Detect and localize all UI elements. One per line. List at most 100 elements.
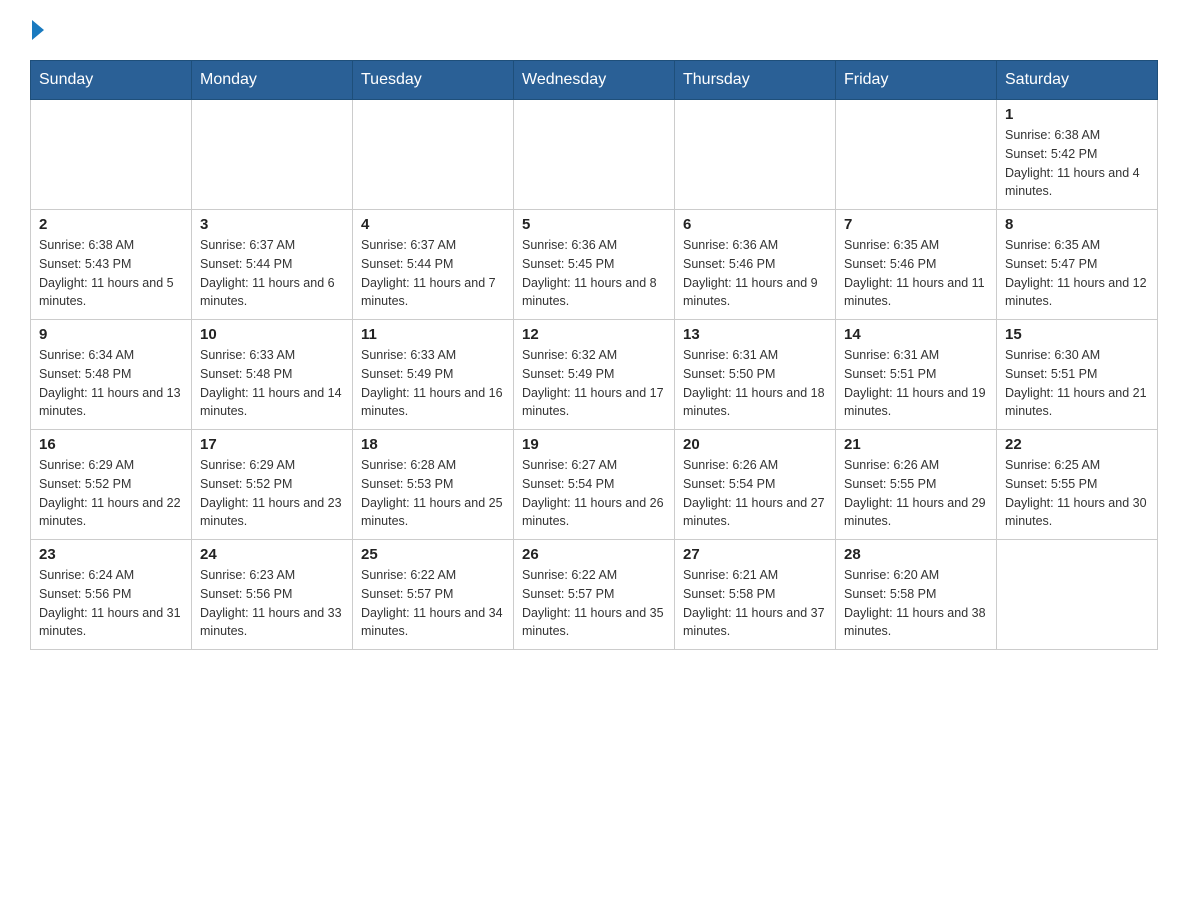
day-number: 11 [361, 326, 505, 343]
day-number: 28 [844, 546, 988, 563]
calendar-week-row: 9 Sunrise: 6:34 AM Sunset: 5:48 PM Daylig… [31, 320, 1158, 430]
day-number: 21 [844, 436, 988, 453]
calendar-day-cell: 21Sunrise: 6:26 AM Sunset: 5:55 PM Dayli… [836, 430, 997, 540]
day-info: Sunrise: 6:34 AM Sunset: 5:48 PM Dayligh… [39, 346, 183, 421]
day-info: Sunrise: 6:32 AM Sunset: 5:49 PM Dayligh… [522, 346, 666, 421]
calendar-day-cell: 20Sunrise: 6:26 AM Sunset: 5:54 PM Dayli… [675, 430, 836, 540]
day-number: 10 [200, 326, 344, 343]
day-number: 6 [683, 216, 827, 233]
day-info: Sunrise: 6:30 AM Sunset: 5:51 PM Dayligh… [1005, 346, 1149, 421]
day-number: 18 [361, 436, 505, 453]
calendar-day-cell: 11 Sunrise: 6:33 AM Sunset: 5:49 PM Dayli… [353, 320, 514, 430]
calendar-day-cell: 15 Sunrise: 6:30 AM Sunset: 5:51 PM Dayli… [997, 320, 1158, 430]
calendar-day-cell [31, 100, 192, 210]
day-number: 5 [522, 216, 666, 233]
calendar-day-cell: 16Sunrise: 6:29 AM Sunset: 5:52 PM Dayli… [31, 430, 192, 540]
calendar-day-cell: 3 Sunrise: 6:37 AM Sunset: 5:44 PM Daylig… [192, 210, 353, 320]
day-number: 19 [522, 436, 666, 453]
day-info: Sunrise: 6:35 AM Sunset: 5:47 PM Dayligh… [1005, 236, 1149, 311]
day-header-thursday: Thursday [675, 61, 836, 100]
calendar-day-cell: 1Sunrise: 6:38 AM Sunset: 5:42 PM Daylig… [997, 100, 1158, 210]
calendar-day-cell: 13 Sunrise: 6:31 AM Sunset: 5:50 PM Dayli… [675, 320, 836, 430]
day-info: Sunrise: 6:28 AM Sunset: 5:53 PM Dayligh… [361, 456, 505, 531]
day-number: 3 [200, 216, 344, 233]
calendar-day-cell: 10 Sunrise: 6:33 AM Sunset: 5:48 PM Dayli… [192, 320, 353, 430]
day-info: Sunrise: 6:29 AM Sunset: 5:52 PM Dayligh… [200, 456, 344, 531]
day-number: 25 [361, 546, 505, 563]
calendar-day-cell [353, 100, 514, 210]
calendar-day-cell: 4 Sunrise: 6:37 AM Sunset: 5:44 PM Daylig… [353, 210, 514, 320]
day-number: 27 [683, 546, 827, 563]
day-info: Sunrise: 6:23 AM Sunset: 5:56 PM Dayligh… [200, 566, 344, 641]
day-info: Sunrise: 6:22 AM Sunset: 5:57 PM Dayligh… [522, 566, 666, 641]
calendar-day-cell: 6 Sunrise: 6:36 AM Sunset: 5:46 PM Daylig… [675, 210, 836, 320]
day-info: Sunrise: 6:38 AM Sunset: 5:43 PM Dayligh… [39, 236, 183, 311]
day-number: 4 [361, 216, 505, 233]
calendar-day-cell [997, 540, 1158, 650]
day-number: 22 [1005, 436, 1149, 453]
day-info: Sunrise: 6:27 AM Sunset: 5:54 PM Dayligh… [522, 456, 666, 531]
calendar-day-cell: 9 Sunrise: 6:34 AM Sunset: 5:48 PM Daylig… [31, 320, 192, 430]
calendar-day-cell: 25Sunrise: 6:22 AM Sunset: 5:57 PM Dayli… [353, 540, 514, 650]
calendar-day-cell [192, 100, 353, 210]
day-number: 8 [1005, 216, 1149, 233]
day-number: 13 [683, 326, 827, 343]
calendar-day-cell: 17 Sunrise: 6:29 AM Sunset: 5:52 PM Dayli… [192, 430, 353, 540]
day-info: Sunrise: 6:37 AM Sunset: 5:44 PM Dayligh… [361, 236, 505, 311]
calendar-week-row: 23 Sunrise: 6:24 AM Sunset: 5:56 PM Dayli… [31, 540, 1158, 650]
day-header-sunday: Sunday [31, 61, 192, 100]
calendar-day-cell [675, 100, 836, 210]
calendar-day-cell: 14 Sunrise: 6:31 AM Sunset: 5:51 PM Dayli… [836, 320, 997, 430]
calendar-day-cell: 7 Sunrise: 6:35 AM Sunset: 5:46 PM Daylig… [836, 210, 997, 320]
page-header [30, 20, 1158, 40]
day-number: 7 [844, 216, 988, 233]
day-info: Sunrise: 6:37 AM Sunset: 5:44 PM Dayligh… [200, 236, 344, 311]
calendar-header-row: SundayMondayTuesdayWednesdayThursdayFrid… [31, 61, 1158, 100]
calendar-day-cell: 27 Sunrise: 6:21 AM Sunset: 5:58 PM Dayli… [675, 540, 836, 650]
day-info: Sunrise: 6:33 AM Sunset: 5:49 PM Dayligh… [361, 346, 505, 421]
day-info: Sunrise: 6:38 AM Sunset: 5:42 PM Dayligh… [1005, 126, 1149, 201]
day-info: Sunrise: 6:21 AM Sunset: 5:58 PM Dayligh… [683, 566, 827, 641]
day-header-wednesday: Wednesday [514, 61, 675, 100]
day-header-saturday: Saturday [997, 61, 1158, 100]
day-number: 14 [844, 326, 988, 343]
day-info: Sunrise: 6:20 AM Sunset: 5:58 PM Dayligh… [844, 566, 988, 641]
calendar-week-row: 1Sunrise: 6:38 AM Sunset: 5:42 PM Daylig… [31, 100, 1158, 210]
calendar-day-cell: 2 Sunrise: 6:38 AM Sunset: 5:43 PM Daylig… [31, 210, 192, 320]
calendar-day-cell: 5 Sunrise: 6:36 AM Sunset: 5:45 PM Daylig… [514, 210, 675, 320]
day-number: 15 [1005, 326, 1149, 343]
day-number: 9 [39, 326, 183, 343]
calendar-day-cell: 24Sunrise: 6:23 AM Sunset: 5:56 PM Dayli… [192, 540, 353, 650]
calendar-day-cell: 8 Sunrise: 6:35 AM Sunset: 5:47 PM Daylig… [997, 210, 1158, 320]
day-number: 12 [522, 326, 666, 343]
day-number: 23 [39, 546, 183, 563]
calendar-day-cell: 12 Sunrise: 6:32 AM Sunset: 5:49 PM Dayli… [514, 320, 675, 430]
day-number: 26 [522, 546, 666, 563]
calendar-table: SundayMondayTuesdayWednesdayThursdayFrid… [30, 60, 1158, 650]
day-header-monday: Monday [192, 61, 353, 100]
day-info: Sunrise: 6:31 AM Sunset: 5:51 PM Dayligh… [844, 346, 988, 421]
calendar-day-cell: 23 Sunrise: 6:24 AM Sunset: 5:56 PM Dayli… [31, 540, 192, 650]
calendar-day-cell [836, 100, 997, 210]
calendar-day-cell: 22 Sunrise: 6:25 AM Sunset: 5:55 PM Dayli… [997, 430, 1158, 540]
logo-arrow-icon [32, 20, 44, 40]
day-info: Sunrise: 6:36 AM Sunset: 5:45 PM Dayligh… [522, 236, 666, 311]
day-header-tuesday: Tuesday [353, 61, 514, 100]
calendar-day-cell: 18 Sunrise: 6:28 AM Sunset: 5:53 PM Dayli… [353, 430, 514, 540]
day-info: Sunrise: 6:33 AM Sunset: 5:48 PM Dayligh… [200, 346, 344, 421]
day-number: 2 [39, 216, 183, 233]
day-info: Sunrise: 6:36 AM Sunset: 5:46 PM Dayligh… [683, 236, 827, 311]
day-info: Sunrise: 6:24 AM Sunset: 5:56 PM Dayligh… [39, 566, 183, 641]
day-info: Sunrise: 6:35 AM Sunset: 5:46 PM Dayligh… [844, 236, 988, 311]
calendar-week-row: 2 Sunrise: 6:38 AM Sunset: 5:43 PM Daylig… [31, 210, 1158, 320]
calendar-day-cell [514, 100, 675, 210]
calendar-day-cell: 26 Sunrise: 6:22 AM Sunset: 5:57 PM Dayli… [514, 540, 675, 650]
logo [30, 20, 46, 40]
calendar-day-cell: 19 Sunrise: 6:27 AM Sunset: 5:54 PM Dayli… [514, 430, 675, 540]
day-number: 17 [200, 436, 344, 453]
day-info: Sunrise: 6:25 AM Sunset: 5:55 PM Dayligh… [1005, 456, 1149, 531]
day-info: Sunrise: 6:31 AM Sunset: 5:50 PM Dayligh… [683, 346, 827, 421]
day-number: 20 [683, 436, 827, 453]
day-header-friday: Friday [836, 61, 997, 100]
calendar-week-row: 16Sunrise: 6:29 AM Sunset: 5:52 PM Dayli… [31, 430, 1158, 540]
